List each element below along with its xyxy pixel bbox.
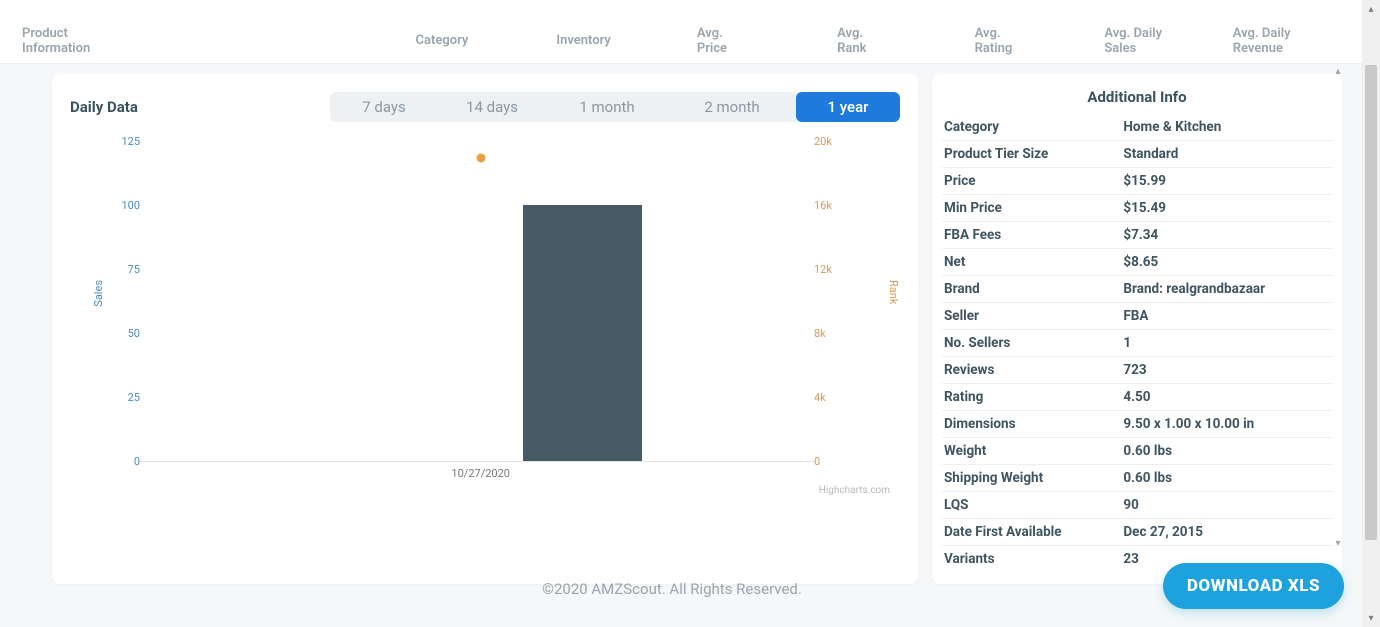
tab-inventory[interactable]: Inventory — [556, 33, 611, 48]
y-right-axis-label: Rank — [887, 280, 900, 304]
table-row: Shipping Weight0.60 lbs — [942, 465, 1332, 492]
y-left-axis-label: Sales — [92, 280, 105, 307]
info-value: 0.60 lbs — [1121, 438, 1332, 465]
plot-area — [140, 142, 816, 462]
info-value: 9.50 x 1.00 x 10.00 in — [1121, 411, 1332, 438]
range-tab-2-month[interactable]: 2 month — [668, 92, 796, 122]
range-tab-1-year[interactable]: 1 year — [796, 92, 900, 122]
tab-product-information[interactable]: Product Information — [22, 26, 138, 56]
info-key: Seller — [942, 303, 1121, 330]
table-row: Rating4.50 — [942, 384, 1332, 411]
info-value: 723 — [1121, 357, 1332, 384]
y-tick-right: 8k — [814, 327, 840, 340]
info-value: $8.65 — [1121, 249, 1332, 276]
y-tick-left: 0 — [116, 455, 140, 468]
copyright-text: ©2020 AMZScout. All Rights Reserved. — [542, 580, 802, 598]
download-xls-button[interactable]: DOWNLOAD XLS — [1163, 563, 1344, 609]
info-key: Date First Available — [942, 519, 1121, 546]
info-value: 90 — [1121, 492, 1332, 519]
y-tick-right: 20k — [814, 135, 840, 148]
info-key: No. Sellers — [942, 330, 1121, 357]
y-tick-left: 75 — [116, 263, 140, 276]
table-row: Reviews723 — [942, 357, 1332, 384]
info-key: Shipping Weight — [942, 465, 1121, 492]
y-tick-right: 12k — [814, 263, 840, 276]
table-row: CategoryHome & Kitchen — [942, 114, 1332, 141]
inner-scroll-down-icon[interactable]: ▾ — [1332, 536, 1344, 550]
table-row: Product Tier SizeStandard — [942, 141, 1332, 168]
tab-avg-price[interactable]: Avg. Price — [697, 26, 755, 56]
tab-avg-rating[interactable]: Avg. Rating — [975, 26, 1041, 56]
table-row: Min Price$15.49 — [942, 195, 1332, 222]
daily-data-title: Daily Data — [70, 98, 138, 116]
info-value: Dec 27, 2015 — [1121, 519, 1332, 546]
table-row: Price$15.99 — [942, 168, 1332, 195]
y-tick-left: 125 — [116, 135, 140, 148]
y-tick-right: 0 — [814, 455, 840, 468]
y-tick-left: 100 — [116, 199, 140, 212]
info-key: Min Price — [942, 195, 1121, 222]
info-value: 1 — [1121, 330, 1332, 357]
info-key: Brand — [942, 276, 1121, 303]
tab-avg-daily-sales[interactable]: Avg. Daily Sales — [1104, 26, 1195, 56]
sales-bar — [523, 205, 642, 461]
table-row: Date First AvailableDec 27, 2015 — [942, 519, 1332, 546]
y-tick-left: 25 — [116, 391, 140, 404]
chart-credit: Highcharts.com — [819, 485, 890, 496]
daily-chart: Sales Rank Highcharts.com 0 25 50 75 100 125 0… — [70, 130, 900, 510]
additional-info-table: CategoryHome & KitchenProduct Tier SizeS… — [942, 114, 1332, 572]
y-tick-right: 16k — [814, 199, 840, 212]
additional-info-title: Additional Info — [942, 84, 1332, 114]
tab-avg-daily-revenue[interactable]: Avg. Daily Revenue — [1233, 26, 1342, 56]
info-value: Brand: realgrandbazaar — [1121, 276, 1332, 303]
info-value: Home & Kitchen — [1121, 114, 1332, 141]
column-headers: Product Information Category Inventory A… — [0, 18, 1362, 64]
table-row: LQS90 — [942, 492, 1332, 519]
table-row: BrandBrand: realgrandbazaar — [942, 276, 1332, 303]
info-value: $15.99 — [1121, 168, 1332, 195]
info-key: Dimensions — [942, 411, 1121, 438]
tab-category[interactable]: Category — [416, 33, 469, 48]
window-scrollbar[interactable]: ▴ ▾ — [1362, 0, 1380, 627]
y-tick-right: 4k — [814, 391, 840, 404]
table-row: Net$8.65 — [942, 249, 1332, 276]
scroll-thumb[interactable] — [1365, 65, 1377, 540]
info-key: Category — [942, 114, 1121, 141]
table-row: Dimensions9.50 x 1.00 x 10.00 in — [942, 411, 1332, 438]
info-value: 4.50 — [1121, 384, 1332, 411]
info-key: LQS — [942, 492, 1121, 519]
info-key: Price — [942, 168, 1121, 195]
scroll-up-arrow-icon[interactable]: ▴ — [1362, 0, 1380, 18]
rank-point — [476, 154, 485, 163]
additional-info-card: Additional Info CategoryHome & KitchenPr… — [932, 74, 1342, 584]
top-whitespace — [0, 0, 1362, 18]
info-key: Reviews — [942, 357, 1121, 384]
inner-scrollbar[interactable]: ▴ ▾ — [1332, 64, 1344, 550]
range-tab-1-month[interactable]: 1 month — [546, 92, 668, 122]
date-range-tabs: 7 days14 days1 month2 month1 year — [330, 92, 900, 122]
info-value: $15.49 — [1121, 195, 1332, 222]
info-key: FBA Fees — [942, 222, 1121, 249]
y-tick-left: 50 — [116, 327, 140, 340]
info-value: FBA — [1121, 303, 1332, 330]
footer: ©2020 AMZScout. All Rights Reserved. — [0, 551, 1344, 627]
info-value: Standard — [1121, 141, 1332, 168]
x-tick: 10/27/2020 — [451, 467, 510, 480]
info-key: Net — [942, 249, 1121, 276]
info-key: Rating — [942, 384, 1121, 411]
table-row: Weight0.60 lbs — [942, 438, 1332, 465]
info-key: Product Tier Size — [942, 141, 1121, 168]
inner-scroll-up-icon[interactable]: ▴ — [1332, 64, 1344, 78]
table-row: SellerFBA — [942, 303, 1332, 330]
scroll-down-arrow-icon[interactable]: ▾ — [1362, 609, 1380, 627]
table-row: FBA Fees$7.34 — [942, 222, 1332, 249]
table-row: No. Sellers1 — [942, 330, 1332, 357]
range-tab-14-days[interactable]: 14 days — [438, 92, 546, 122]
info-key: Weight — [942, 438, 1121, 465]
range-tab-7-days[interactable]: 7 days — [330, 92, 438, 122]
info-value: 0.60 lbs — [1121, 465, 1332, 492]
daily-data-card: Daily Data 7 days14 days1 month2 month1 … — [52, 74, 918, 584]
info-value: $7.34 — [1121, 222, 1332, 249]
tab-avg-rank[interactable]: Avg. Rank — [837, 26, 895, 56]
